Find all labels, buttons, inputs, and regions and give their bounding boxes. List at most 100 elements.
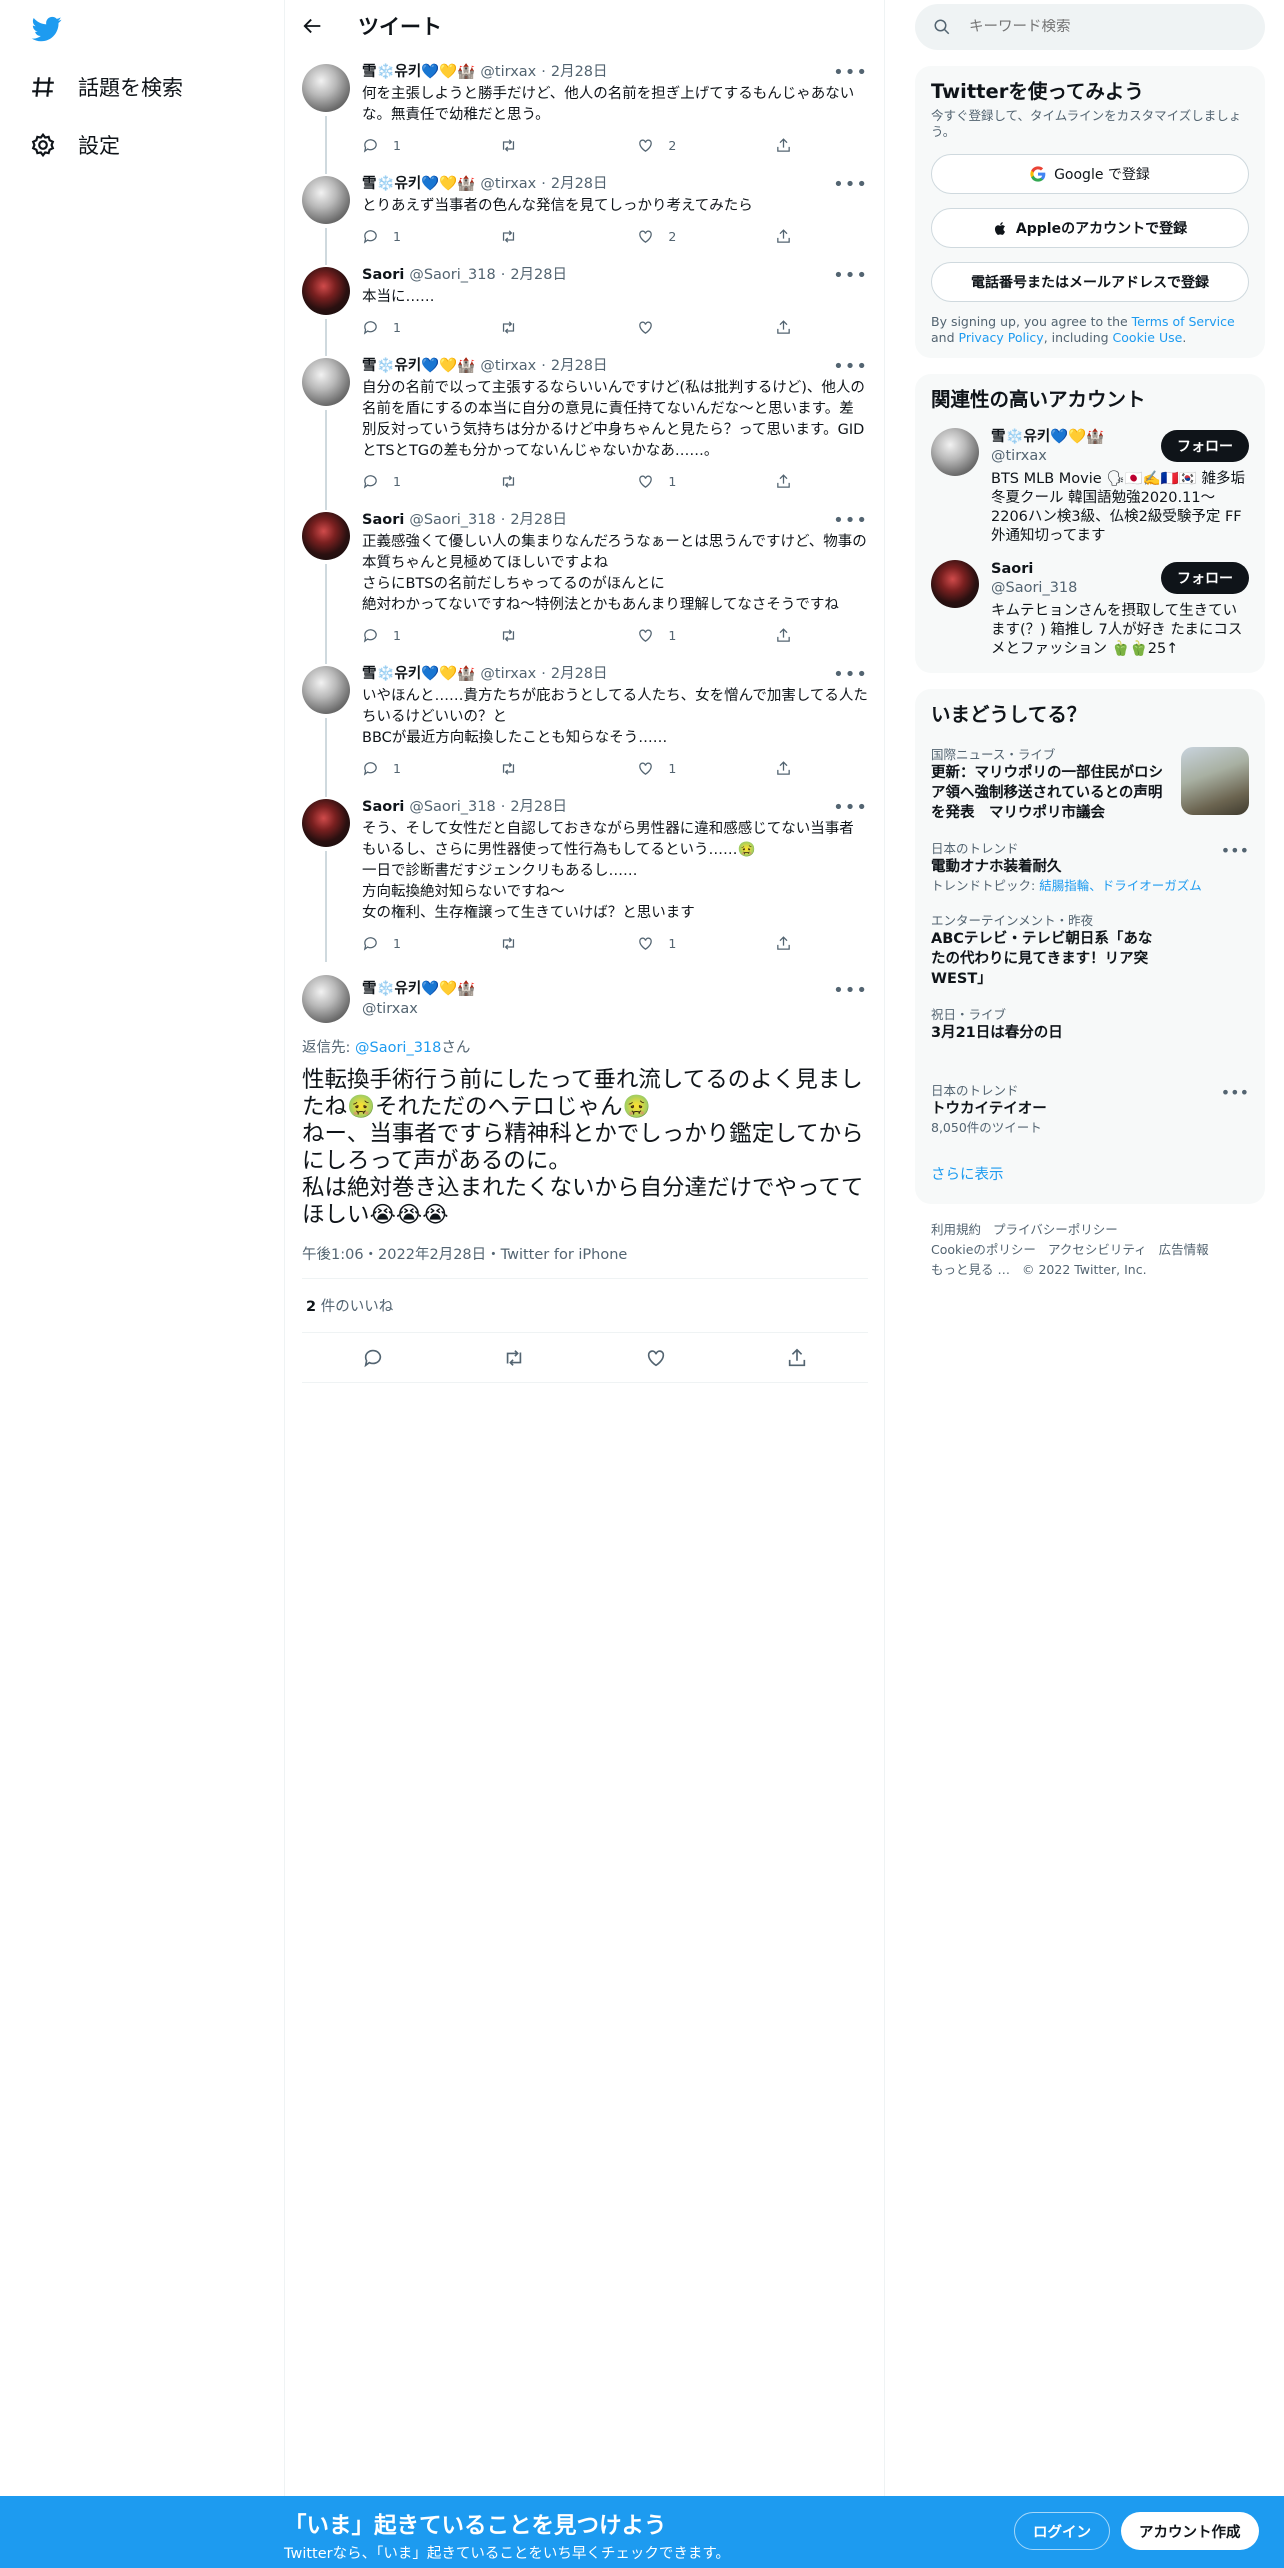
share-button[interactable]: [775, 627, 792, 644]
tweet[interactable]: Saori @Saori_318 · 2月28日 ••• 正義感強くて優しい人の集まりなん…: [286, 500, 884, 654]
avatar[interactable]: [302, 975, 350, 1023]
privacy-policy-link[interactable]: Privacy Policy: [959, 330, 1044, 345]
more-options-icon[interactable]: •••: [833, 980, 868, 1001]
share-icon[interactable]: [786, 1347, 808, 1369]
signup-button[interactable]: アカウント作成: [1121, 2512, 1259, 2550]
like-button[interactable]: 2: [637, 228, 697, 245]
retweet-button[interactable]: [500, 228, 560, 245]
retweet-icon[interactable]: [503, 1347, 525, 1369]
more-options-icon[interactable]: •••: [833, 510, 868, 531]
avatar[interactable]: [302, 666, 350, 714]
trend-item[interactable]: 日本のトレンド トウカイテイオー 8,050件のツイート •••: [931, 1083, 1249, 1137]
like-button[interactable]: 1: [637, 473, 697, 490]
reply-icon[interactable]: [362, 1347, 384, 1369]
retweet-button[interactable]: [500, 760, 560, 777]
share-button[interactable]: [775, 760, 792, 777]
like-button[interactable]: 1: [637, 627, 697, 644]
author-name[interactable]: Saori: [362, 797, 404, 817]
author-name[interactable]: Saori: [362, 265, 404, 285]
tweet-date[interactable]: 2月28日: [510, 265, 567, 285]
footer-link[interactable]: 広告情報: [1159, 1242, 1209, 1257]
twitter-logo-icon[interactable]: [30, 14, 64, 44]
retweet-button[interactable]: [500, 935, 560, 952]
reply-button[interactable]: 1: [362, 627, 422, 644]
share-button[interactable]: [775, 228, 792, 245]
footer-link[interactable]: 利用規約: [931, 1222, 981, 1237]
tweet-date[interactable]: 2月28日: [551, 356, 608, 376]
avatar[interactable]: [302, 512, 350, 560]
tweet[interactable]: 雪❄️유키💙💛🏰 @tirxax · 2月28日 ••• いやほんと……貴方たちが庇おうと…: [286, 654, 884, 787]
footer-link[interactable]: もっと見る …: [931, 1262, 1010, 1277]
author-handle[interactable]: @tirxax: [480, 664, 536, 684]
like-button[interactable]: 1: [637, 760, 697, 777]
retweet-button[interactable]: [500, 319, 560, 336]
reply-button[interactable]: 1: [362, 935, 422, 952]
related-account[interactable]: 雪❄️유키💙💛🏰 @tirxax BTS MLB Movie 🗣🇯🇵✍️🇫🇷🇰🇷…: [931, 428, 1249, 546]
more-options-icon[interactable]: •••: [833, 797, 868, 818]
tweet[interactable]: 雪❄️유키💙💛🏰 @tirxax · 2月28日 ••• とりあえず当事者の色んな発信を見…: [286, 164, 884, 255]
tweet-date[interactable]: 2月28日: [510, 797, 567, 817]
retweet-button[interactable]: [500, 627, 560, 644]
more-options-icon[interactable]: •••: [1221, 1083, 1249, 1102]
search-box[interactable]: [915, 4, 1265, 50]
avatar[interactable]: [302, 358, 350, 406]
more-options-icon[interactable]: •••: [833, 265, 868, 286]
tweet[interactable]: 雪❄️유키💙💛🏰 @tirxax · 2月28日 ••• 何を主張しようと勝手だけど、他人…: [286, 52, 884, 164]
reply-button[interactable]: 1: [362, 473, 422, 490]
footer-link[interactable]: プライバシーポリシー: [993, 1222, 1118, 1237]
reply-button[interactable]: 1: [362, 137, 422, 154]
apple-signup-button[interactable]: Appleのアカウントで登録: [931, 208, 1249, 248]
tweet-timestamp[interactable]: 午後1:06・2022年2月28日・Twitter for iPhone: [302, 1243, 868, 1279]
terms-of-service-link[interactable]: Terms of Service: [1132, 314, 1235, 329]
likes-count[interactable]: 2 件のいいね: [302, 1279, 868, 1333]
reply-button[interactable]: 1: [362, 319, 422, 336]
cookie-use-link[interactable]: Cookie Use: [1113, 330, 1183, 345]
like-button[interactable]: 2: [637, 137, 697, 154]
share-button[interactable]: [775, 137, 792, 154]
avatar[interactable]: [302, 799, 350, 847]
like-button[interactable]: 1: [637, 935, 697, 952]
nav-settings[interactable]: 設定: [30, 125, 120, 165]
nav-explore[interactable]: 話題を検索: [30, 67, 183, 107]
avatar[interactable]: [302, 176, 350, 224]
more-options-icon[interactable]: •••: [833, 174, 868, 195]
tweet[interactable]: Saori @Saori_318 · 2月28日 ••• 本当に…… 1: [286, 255, 884, 346]
tweet-date[interactable]: 2月28日: [510, 510, 567, 530]
share-button[interactable]: [775, 473, 792, 490]
show-more-link[interactable]: さらに表示: [931, 1163, 1249, 1190]
login-button[interactable]: ログイン: [1014, 2512, 1110, 2550]
author-name[interactable]: 雪❄️유키💙💛🏰: [362, 979, 475, 999]
author-name[interactable]: 雪❄️유키💙💛🏰: [362, 174, 475, 194]
author-handle[interactable]: @tirxax: [480, 356, 536, 376]
phone-email-signup-button[interactable]: 電話番号またはメールアドレスで登録: [931, 262, 1249, 302]
retweet-button[interactable]: [500, 137, 560, 154]
tweet-date[interactable]: 2月28日: [551, 174, 608, 194]
reply-button[interactable]: 1: [362, 228, 422, 245]
author-name[interactable]: Saori: [362, 510, 404, 530]
share-button[interactable]: [775, 319, 792, 336]
search-input[interactable]: [969, 19, 1229, 35]
follow-button[interactable]: フォロー: [1161, 562, 1249, 594]
follow-button[interactable]: フォロー: [1161, 430, 1249, 462]
author-handle[interactable]: @tirxax: [480, 174, 536, 194]
trend-item[interactable]: 国際ニュース・ライブ 更新：マリウポリの一部住民がロシア領へ強制移送されていると…: [931, 747, 1249, 823]
avatar[interactable]: [931, 428, 979, 476]
avatar[interactable]: [302, 64, 350, 112]
author-handle[interactable]: @tirxax: [480, 62, 536, 82]
more-options-icon[interactable]: •••: [1221, 841, 1249, 860]
reply-to-link[interactable]: @Saori_318: [355, 1040, 441, 1056]
trend-item[interactable]: 日本のトレンド 電動オナホ装着耐久 トレンドトピック: 結腸指輪、ドライオーガズ…: [931, 841, 1249, 895]
author-handle[interactable]: @Saori_318: [409, 510, 495, 530]
author-name[interactable]: 雪❄️유키💙💛🏰: [362, 664, 475, 684]
trend-item[interactable]: 祝日・ライブ 3月21日は春分の日: [931, 1007, 1249, 1043]
author-name[interactable]: 雪❄️유키💙💛🏰: [362, 356, 475, 376]
related-account[interactable]: Saori @Saori_318 キムテヒョンさんを摂取して生きています(？) …: [931, 560, 1249, 659]
tweet[interactable]: Saori @Saori_318 · 2月28日 ••• そう、そして女性だと自認しておき…: [286, 787, 884, 962]
like-button[interactable]: [637, 319, 697, 336]
footer-link[interactable]: アクセシビリティ: [1048, 1242, 1147, 1257]
author-handle[interactable]: @tirxax: [362, 999, 475, 1019]
retweet-button[interactable]: [500, 473, 560, 490]
tweet-date[interactable]: 2月28日: [551, 62, 608, 82]
share-button[interactable]: [775, 935, 792, 952]
tweet[interactable]: 雪❄️유키💙💛🏰 @tirxax · 2月28日 ••• 自分の名前で以って主張するならい…: [286, 346, 884, 500]
